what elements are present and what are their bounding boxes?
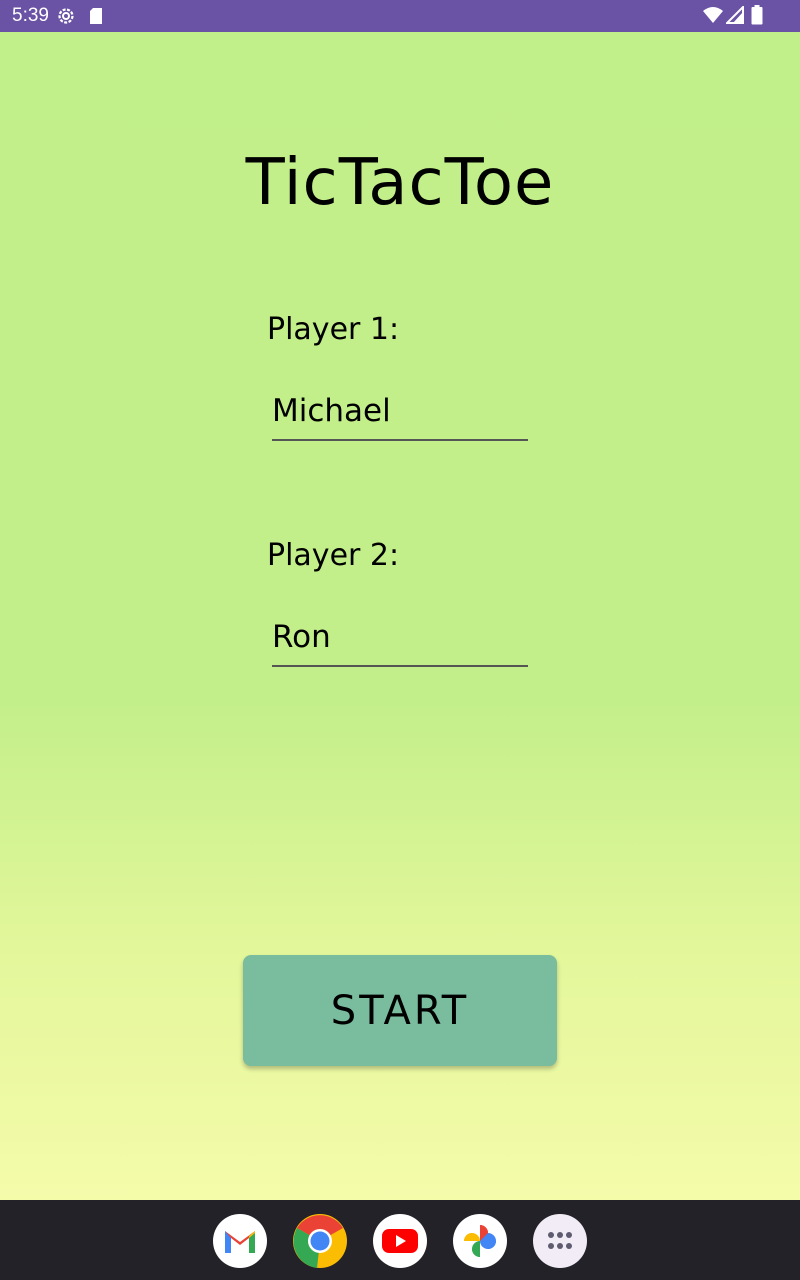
player2-label: Player 2: [267,538,400,573]
app-title: TicTacToe [245,146,555,220]
photos-icon[interactable] [453,1214,507,1268]
settings-icon [56,6,76,30]
app-drawer-icon[interactable] [533,1214,587,1268]
chrome-icon[interactable] [293,1214,347,1268]
player2-name-value: Ron [272,619,331,655]
app-dock [0,1200,800,1280]
status-time: 5:39 [12,5,49,26]
signal-icon [724,4,744,28]
status-bar: 5:39 [0,0,800,32]
sd-card-icon [88,7,104,29]
start-button[interactable]: START [243,955,557,1066]
player2-name-field[interactable]: Ron [272,617,528,667]
player1-name-field[interactable]: Michael [272,391,528,441]
battery-icon [751,5,763,29]
player1-label: Player 1: [267,312,400,347]
youtube-icon[interactable] [373,1214,427,1268]
gmail-icon[interactable] [213,1214,267,1268]
player1-name-value: Michael [272,393,391,429]
wifi-icon [702,6,724,28]
